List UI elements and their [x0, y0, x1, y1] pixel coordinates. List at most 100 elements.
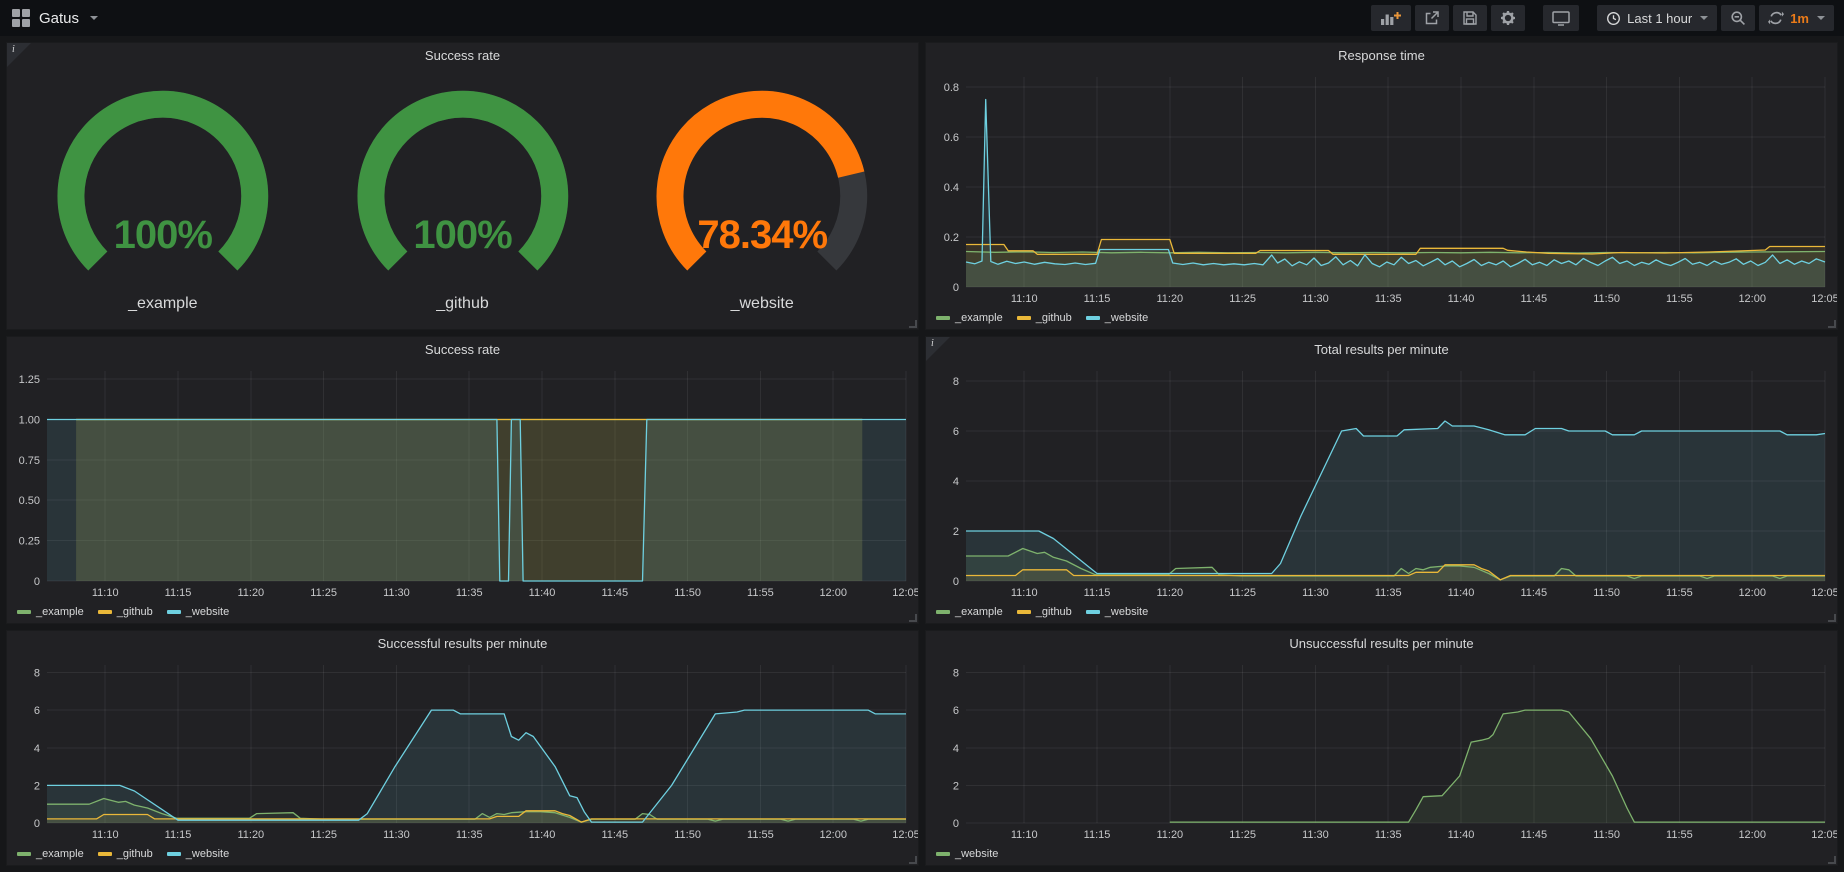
navbar: Gatus — [0, 0, 1844, 36]
save-button[interactable] — [1453, 5, 1487, 31]
panel-total-results: i Total results per minute 0246811:1011:… — [925, 336, 1838, 624]
svg-text:11:50: 11:50 — [1593, 293, 1620, 305]
legend-item[interactable]: _github — [1017, 606, 1072, 618]
legend-series-icon — [98, 852, 112, 856]
time-range-label: Last 1 hour — [1627, 11, 1692, 26]
svg-text:11:30: 11:30 — [1302, 293, 1329, 305]
legend-series-icon — [1086, 610, 1100, 614]
legend-item[interactable]: _example — [936, 312, 1003, 324]
svg-text:0: 0 — [953, 282, 959, 294]
svg-text:11:25: 11:25 — [1229, 587, 1256, 599]
svg-text:11:55: 11:55 — [747, 829, 774, 841]
panel-resize-handle[interactable] — [1828, 320, 1836, 328]
svg-text:11:10: 11:10 — [1011, 293, 1038, 305]
svg-text:12:05: 12:05 — [1811, 587, 1837, 599]
legend-item[interactable]: _website — [167, 606, 229, 618]
svg-text:11:25: 11:25 — [1229, 293, 1256, 305]
gauge-value: 100% — [13, 213, 313, 258]
gauge-value: 78.34% — [612, 213, 912, 258]
panel-title[interactable]: Response time — [926, 43, 1837, 69]
svg-text:11:55: 11:55 — [1666, 293, 1693, 305]
svg-text:11:40: 11:40 — [1448, 587, 1475, 599]
svg-text:11:25: 11:25 — [1229, 829, 1256, 841]
legend-item[interactable]: _github — [1017, 312, 1072, 324]
refresh-button[interactable]: 1m — [1759, 5, 1834, 31]
svg-text:11:50: 11:50 — [674, 829, 701, 841]
share-button[interactable] — [1415, 5, 1449, 31]
time-range-picker[interactable]: Last 1 hour — [1597, 5, 1717, 31]
panel-resize-handle[interactable] — [909, 320, 917, 328]
dashboard-menu-icon[interactable] — [12, 9, 30, 27]
legend-series-icon — [17, 852, 31, 856]
gauge-label: _example — [128, 295, 197, 323]
svg-text:11:45: 11:45 — [1520, 587, 1547, 599]
legend-item[interactable]: _website — [167, 848, 229, 860]
svg-text:11:40: 11:40 — [1448, 293, 1475, 305]
settings-button[interactable] — [1491, 5, 1525, 31]
svg-text:11:45: 11:45 — [1520, 829, 1547, 841]
gauge-label: _website — [731, 295, 794, 323]
legend-series-icon — [936, 852, 950, 856]
chart-legend: _website — [926, 843, 1837, 865]
gauge-website: 78.34% _website — [612, 71, 912, 325]
svg-text:11:25: 11:25 — [310, 829, 337, 841]
legend-item[interactable]: _example — [936, 606, 1003, 618]
response-time-chart[interactable]: 00.20.40.60.811:1011:1511:2011:2511:3011… — [926, 69, 1837, 307]
svg-text:12:05: 12:05 — [1811, 293, 1837, 305]
zoom-out-button[interactable] — [1721, 5, 1755, 31]
svg-text:2: 2 — [953, 780, 959, 792]
legend-item[interactable]: _website — [1086, 312, 1148, 324]
svg-text:11:50: 11:50 — [1593, 829, 1620, 841]
panel-title[interactable]: Unsuccessful results per minute — [926, 631, 1837, 657]
svg-text:11:50: 11:50 — [674, 587, 701, 599]
svg-text:8: 8 — [953, 376, 959, 388]
svg-text:8: 8 — [34, 668, 40, 680]
panel-info-icon[interactable]: i — [926, 337, 950, 361]
panel-unsuccessful-results: Unsuccessful results per minute 0246811:… — [925, 630, 1838, 866]
total-results-chart[interactable]: 0246811:1011:1511:2011:2511:3011:3511:40… — [926, 363, 1837, 601]
svg-text:11:35: 11:35 — [1375, 587, 1402, 599]
svg-text:0: 0 — [34, 818, 40, 830]
success-rate-chart[interactable]: 00.250.500.751.001.2511:1011:1511:2011:2… — [7, 363, 918, 601]
svg-text:12:00: 12:00 — [819, 829, 847, 841]
svg-text:1.00: 1.00 — [19, 414, 40, 426]
dashboard-title[interactable]: Gatus — [39, 10, 79, 27]
tv-mode-button[interactable] — [1543, 5, 1579, 31]
panel-resize-handle[interactable] — [909, 614, 917, 622]
legend-item[interactable]: _website — [936, 848, 998, 860]
legend-item[interactable]: _example — [17, 606, 84, 618]
panel-resize-handle[interactable] — [1828, 614, 1836, 622]
panel-title[interactable]: Success rate — [7, 43, 918, 69]
chart-legend: _example _github _website — [7, 843, 918, 865]
panel-title[interactable]: Success rate — [7, 337, 918, 363]
unsuccessful-results-chart[interactable]: 0246811:1011:1511:2011:2511:3011:3511:40… — [926, 657, 1837, 843]
panel-resize-handle[interactable] — [909, 856, 917, 864]
refresh-interval-label: 1m — [1790, 11, 1809, 26]
panel-title[interactable]: Total results per minute — [926, 337, 1837, 363]
successful-results-chart[interactable]: 0246811:1011:1511:2011:2511:3011:3511:40… — [7, 657, 918, 843]
panel-success-rate-series: Success rate 00.250.500.751.001.2511:101… — [6, 336, 919, 624]
panel-resize-handle[interactable] — [1828, 856, 1836, 864]
chevron-down-icon — [1700, 16, 1708, 20]
legend-item[interactable]: _github — [98, 848, 153, 860]
chevron-down-icon[interactable] — [90, 16, 98, 20]
panel-info-icon[interactable]: i — [7, 43, 31, 67]
svg-text:11:45: 11:45 — [1520, 293, 1547, 305]
legend-item[interactable]: _github — [98, 606, 153, 618]
svg-text:12:05: 12:05 — [892, 587, 918, 599]
svg-text:11:40: 11:40 — [1448, 829, 1475, 841]
svg-text:11:30: 11:30 — [383, 587, 410, 599]
svg-text:11:15: 11:15 — [1084, 293, 1111, 305]
legend-series-icon — [1017, 316, 1031, 320]
svg-text:2: 2 — [34, 780, 40, 792]
svg-text:8: 8 — [953, 668, 959, 680]
svg-text:0.50: 0.50 — [19, 495, 40, 507]
svg-text:6: 6 — [953, 705, 959, 717]
svg-text:11:55: 11:55 — [1666, 587, 1693, 599]
add-panel-button[interactable] — [1371, 5, 1411, 31]
legend-item[interactable]: _website — [1086, 606, 1148, 618]
panel-title[interactable]: Successful results per minute — [7, 631, 918, 657]
legend-item[interactable]: _example — [17, 848, 84, 860]
svg-text:0.6: 0.6 — [944, 132, 959, 144]
svg-text:0.4: 0.4 — [944, 182, 959, 194]
